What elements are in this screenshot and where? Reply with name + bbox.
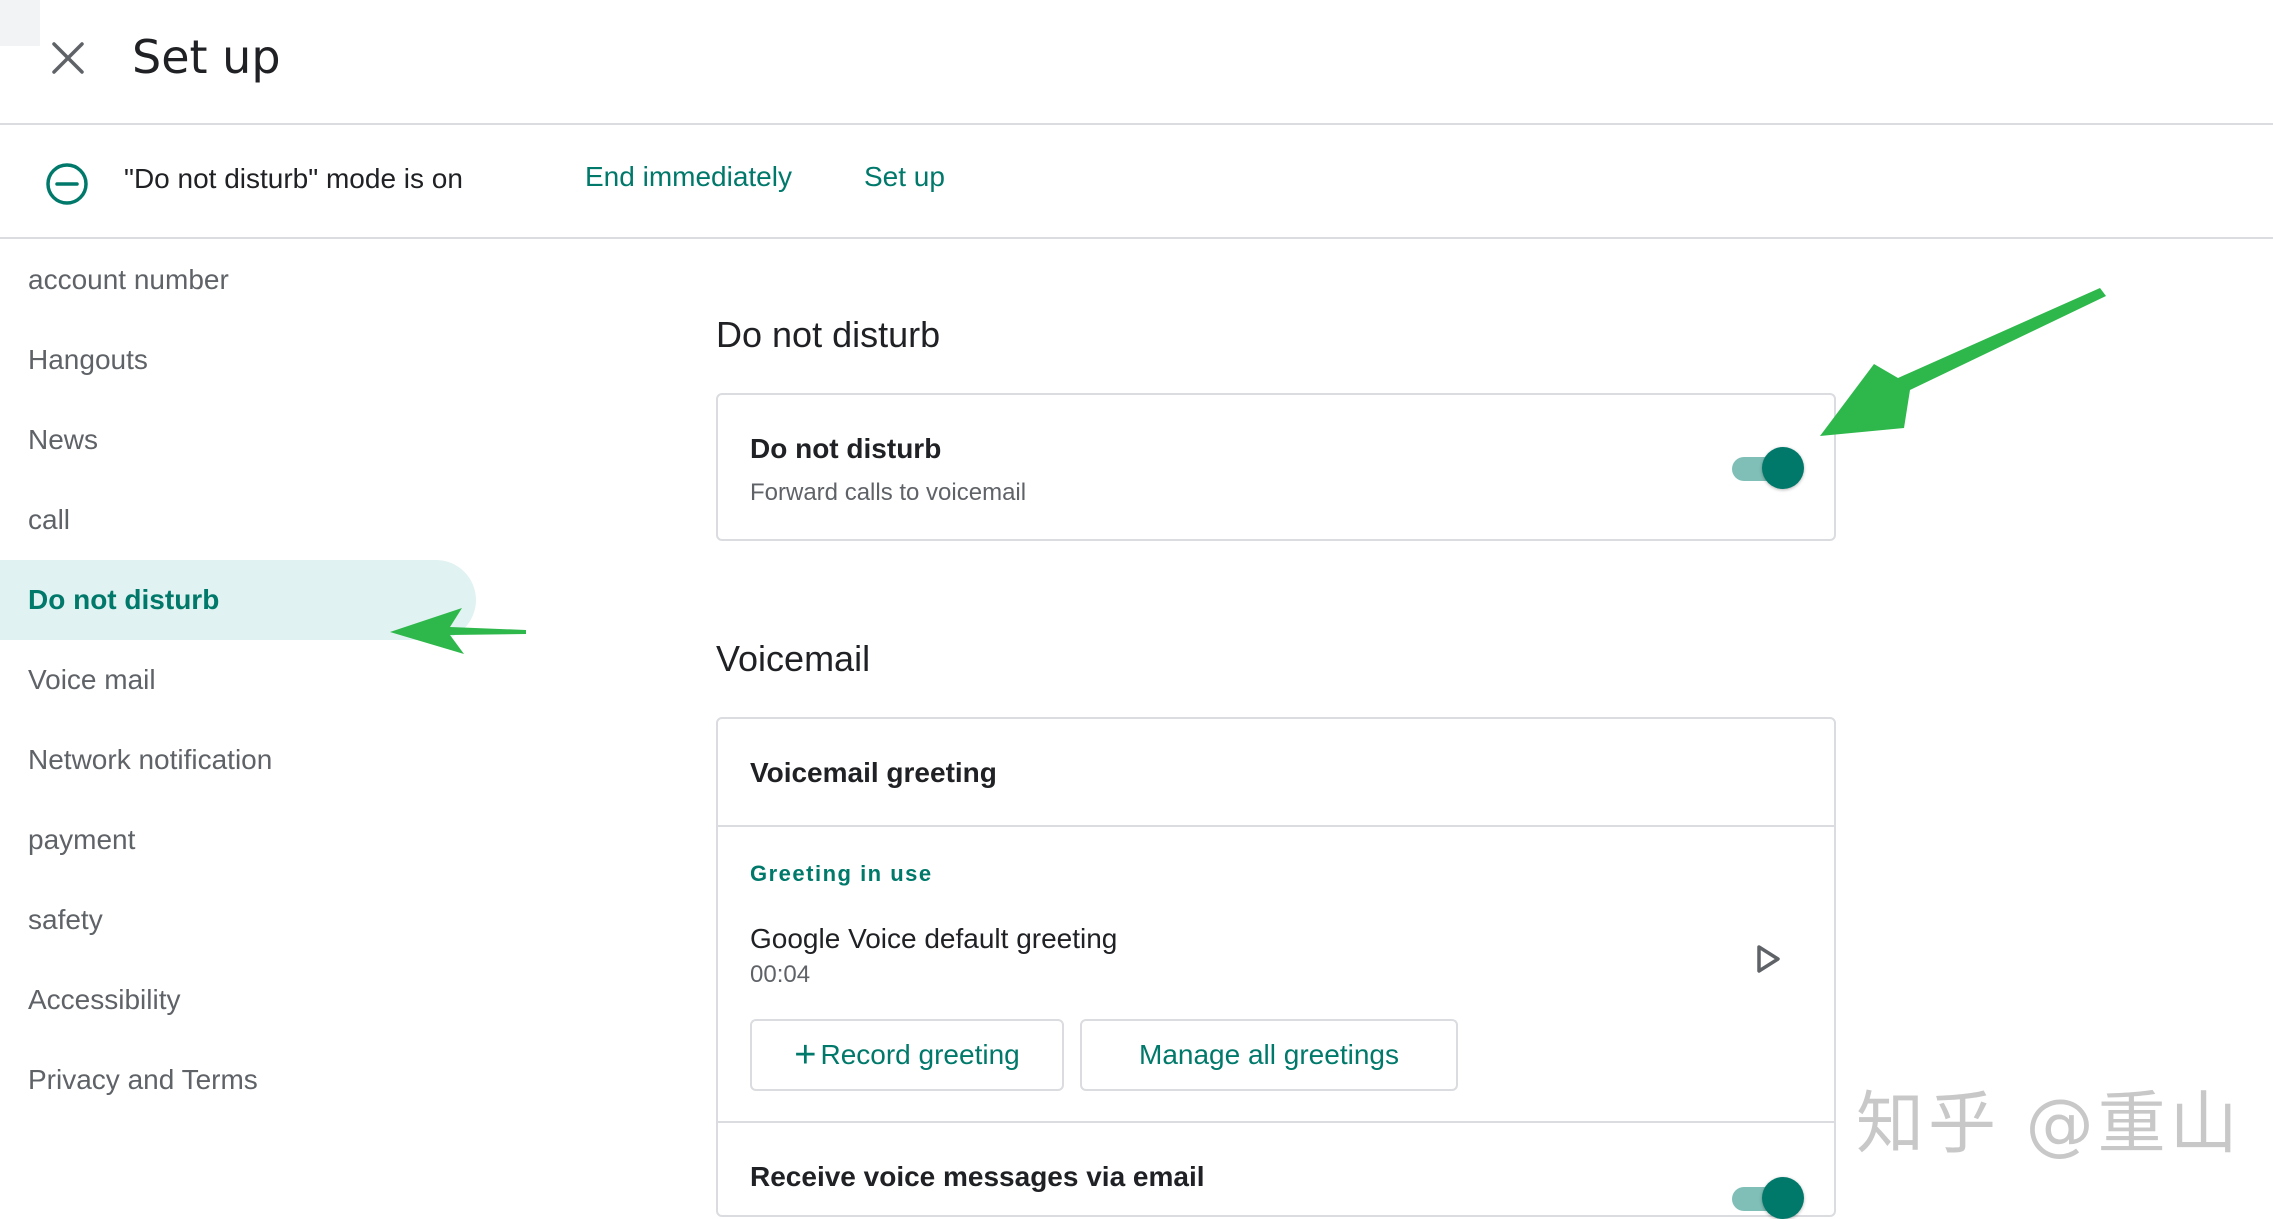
app-header: Set up: [0, 0, 2273, 125]
sidebar-item-hangouts[interactable]: Hangouts: [0, 320, 476, 400]
annotation-arrow-sidebar: [390, 608, 526, 654]
banner-setup-link[interactable]: Set up: [864, 161, 945, 193]
play-icon: [1757, 945, 1780, 973]
greeting-name: Google Voice default greeting: [750, 923, 1118, 954]
end-immediately-link[interactable]: End immediately: [585, 161, 792, 193]
close-icon: [52, 42, 84, 74]
sidebar-item-accessibility[interactable]: Accessibility: [0, 960, 476, 1040]
do-not-disturb-icon: [46, 163, 88, 205]
card-divider: [718, 1121, 1834, 1123]
dnd-row-subtitle: Forward calls to voicemail: [750, 479, 1027, 506]
sidebar-item-label: News: [28, 424, 99, 455]
watermark: 知乎 @重山: [1856, 1085, 2242, 1164]
dnd-toggle[interactable]: [1728, 445, 1804, 489]
manage-greetings-label: Manage all greetings: [1139, 1039, 1399, 1070]
corner-tab: [0, 0, 40, 46]
dnd-row-title: Do not disturb: [750, 433, 942, 464]
dnd-section-title: Do not disturb: [716, 314, 941, 355]
sidebar-item-label: Do not disturb: [28, 584, 220, 615]
sidebar-item-label: Privacy and Terms: [28, 1064, 258, 1095]
dnd-banner: "Do not disturb" mode is on End immediat…: [0, 127, 2273, 239]
card-divider: [718, 825, 1834, 827]
sidebar-item-payment[interactable]: payment: [0, 800, 476, 880]
sidebar-item-news[interactable]: News: [0, 400, 476, 480]
voicemail-card: Voicemail greeting Greeting in use Googl…: [716, 717, 1836, 1219]
record-greeting-button[interactable]: + Record greeting: [750, 1019, 1064, 1091]
sidebar-item-label: call: [28, 504, 71, 535]
sidebar-item-privacy-and-terms[interactable]: Privacy and Terms: [0, 1040, 476, 1120]
annotation-arrow-toggle: [1820, 288, 2106, 436]
greeting-in-use-label: Greeting in use: [750, 861, 933, 886]
sidebar-item-label: Hangouts: [28, 344, 148, 375]
sidebar-item-label: account number: [28, 264, 229, 295]
play-greeting-button[interactable]: [1748, 939, 1788, 979]
toggle-knob: [1762, 447, 1804, 489]
dnd-status-text: "Do not disturb" mode is on: [124, 163, 463, 194]
sidebar-item-network-notification[interactable]: Network notification: [0, 720, 476, 800]
email-voicemail-row-title: Receive voice messages via email: [750, 1161, 1205, 1192]
record-greeting-label: Record greeting: [820, 1039, 1020, 1070]
sidebar-item-account-number[interactable]: account number: [0, 240, 476, 320]
voicemail-greeting-header: Voicemail greeting: [750, 757, 997, 788]
sidebar-item-label: Network notification: [28, 744, 273, 775]
greeting-duration: 00:04: [750, 961, 811, 988]
sidebar-item-call[interactable]: call: [0, 480, 476, 560]
toggle-knob: [1762, 1177, 1804, 1219]
sidebar-item-label: payment: [28, 824, 136, 855]
plus-icon: +: [794, 1034, 817, 1076]
page-title: Set up: [132, 30, 281, 84]
sidebar-item-label: safety: [28, 904, 103, 935]
dnd-card: Do not disturb Forward calls to voicemai…: [716, 393, 1836, 541]
voicemail-section-title: Voicemail: [716, 638, 871, 679]
sidebar-item-label: Voice mail: [28, 664, 156, 695]
sidebar-item-label: Accessibility: [28, 984, 181, 1015]
manage-greetings-button[interactable]: Manage all greetings: [1080, 1019, 1458, 1091]
close-button[interactable]: [44, 34, 92, 82]
sidebar-item-safety[interactable]: safety: [0, 880, 476, 960]
email-voicemail-toggle[interactable]: [1728, 1175, 1804, 1219]
